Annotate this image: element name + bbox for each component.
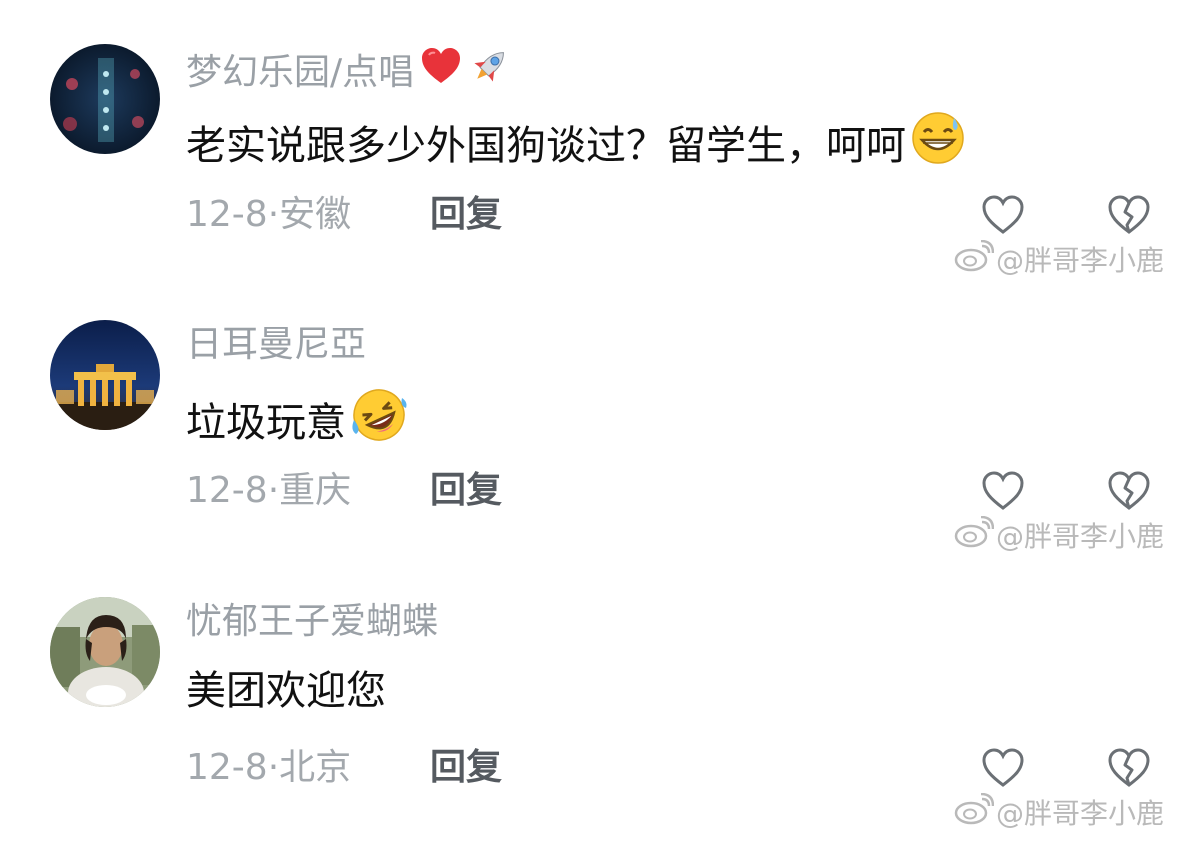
comment-text: 垃圾玩意 — [186, 386, 408, 459]
watermark: @胖哥李小鹿 — [954, 515, 1165, 557]
meta-separator: · — [267, 470, 280, 511]
comment-item: 忧郁王子爱蝴蝶 美团欢迎您 12-8·北京 回复 @胖哥李小鹿 — [0, 585, 1200, 855]
watermark: @胖哥李小鹿 — [954, 239, 1165, 281]
reply-button[interactable]: 回复 — [430, 743, 502, 793]
watermark-text: @胖哥李小鹿 — [996, 796, 1165, 830]
comment-text-content: 老实说跟多少外国狗谈过？留学生，呵呵 — [186, 122, 906, 169]
comment-text-content: 美团欢迎您 — [186, 668, 386, 714]
comment-item: 梦幻乐园/点唱 老实说跟多少外国狗谈过？留学生，呵呵 12-8·安徽 回复 @胖… — [0, 32, 1200, 302]
avatar[interactable] — [50, 597, 160, 707]
red-heart-icon — [420, 46, 462, 100]
username[interactable]: 梦幻乐园/点唱 — [186, 44, 512, 102]
weibo-logo-icon — [954, 239, 995, 281]
avatar[interactable] — [50, 44, 160, 154]
comment-item: 日耳曼尼亞 垃圾玩意 12-8·重庆 回复 @胖哥李小鹿 — [0, 308, 1200, 578]
username[interactable]: 忧郁王子爱蝴蝶 — [186, 597, 438, 647]
comment-meta: 12-8·北京 — [186, 743, 351, 793]
comment-date: 12-8 — [186, 747, 268, 788]
weibo-logo-icon — [954, 792, 995, 834]
meta-separator: · — [267, 747, 280, 788]
dislike-icon[interactable] — [1106, 470, 1152, 512]
avatar[interactable] — [50, 320, 160, 430]
username[interactable]: 日耳曼尼亞 — [186, 320, 366, 370]
comment-text: 老实说跟多少外国狗谈过？留学生，呵呵 — [186, 110, 966, 181]
grinning-sweat-emoji — [910, 110, 966, 181]
rocket-icon — [468, 44, 512, 102]
meta-separator: · — [267, 194, 280, 235]
dislike-icon[interactable] — [1106, 194, 1152, 236]
comment-text-content: 垃圾玩意 — [186, 399, 346, 446]
watermark: @胖哥李小鹿 — [954, 792, 1165, 834]
watermark-text: @胖哥李小鹿 — [996, 519, 1165, 553]
comment-location: 重庆 — [279, 470, 352, 511]
username-text: 日耳曼尼亞 — [186, 324, 367, 365]
weibo-logo-icon — [954, 515, 995, 557]
like-icon[interactable] — [980, 470, 1026, 512]
comment-date: 12-8 — [186, 194, 268, 235]
dislike-icon[interactable] — [1106, 747, 1152, 789]
like-icon[interactable] — [980, 194, 1026, 236]
username-text: 梦幻乐园/点唱 — [186, 52, 415, 93]
comment-meta: 12-8·安徽 — [186, 190, 351, 240]
comment-location: 北京 — [279, 747, 352, 788]
comment-date: 12-8 — [186, 470, 268, 511]
reply-button[interactable]: 回复 — [430, 190, 502, 240]
comment-location: 安徽 — [279, 194, 352, 235]
comment-text: 美团欢迎您 — [186, 663, 386, 719]
comment-meta: 12-8·重庆 — [186, 466, 351, 516]
rolling-laughing-emoji — [350, 386, 408, 459]
username-text: 忧郁王子爱蝴蝶 — [186, 601, 439, 642]
reply-button[interactable]: 回复 — [430, 466, 502, 516]
watermark-text: @胖哥李小鹿 — [996, 243, 1165, 277]
like-icon[interactable] — [980, 747, 1026, 789]
